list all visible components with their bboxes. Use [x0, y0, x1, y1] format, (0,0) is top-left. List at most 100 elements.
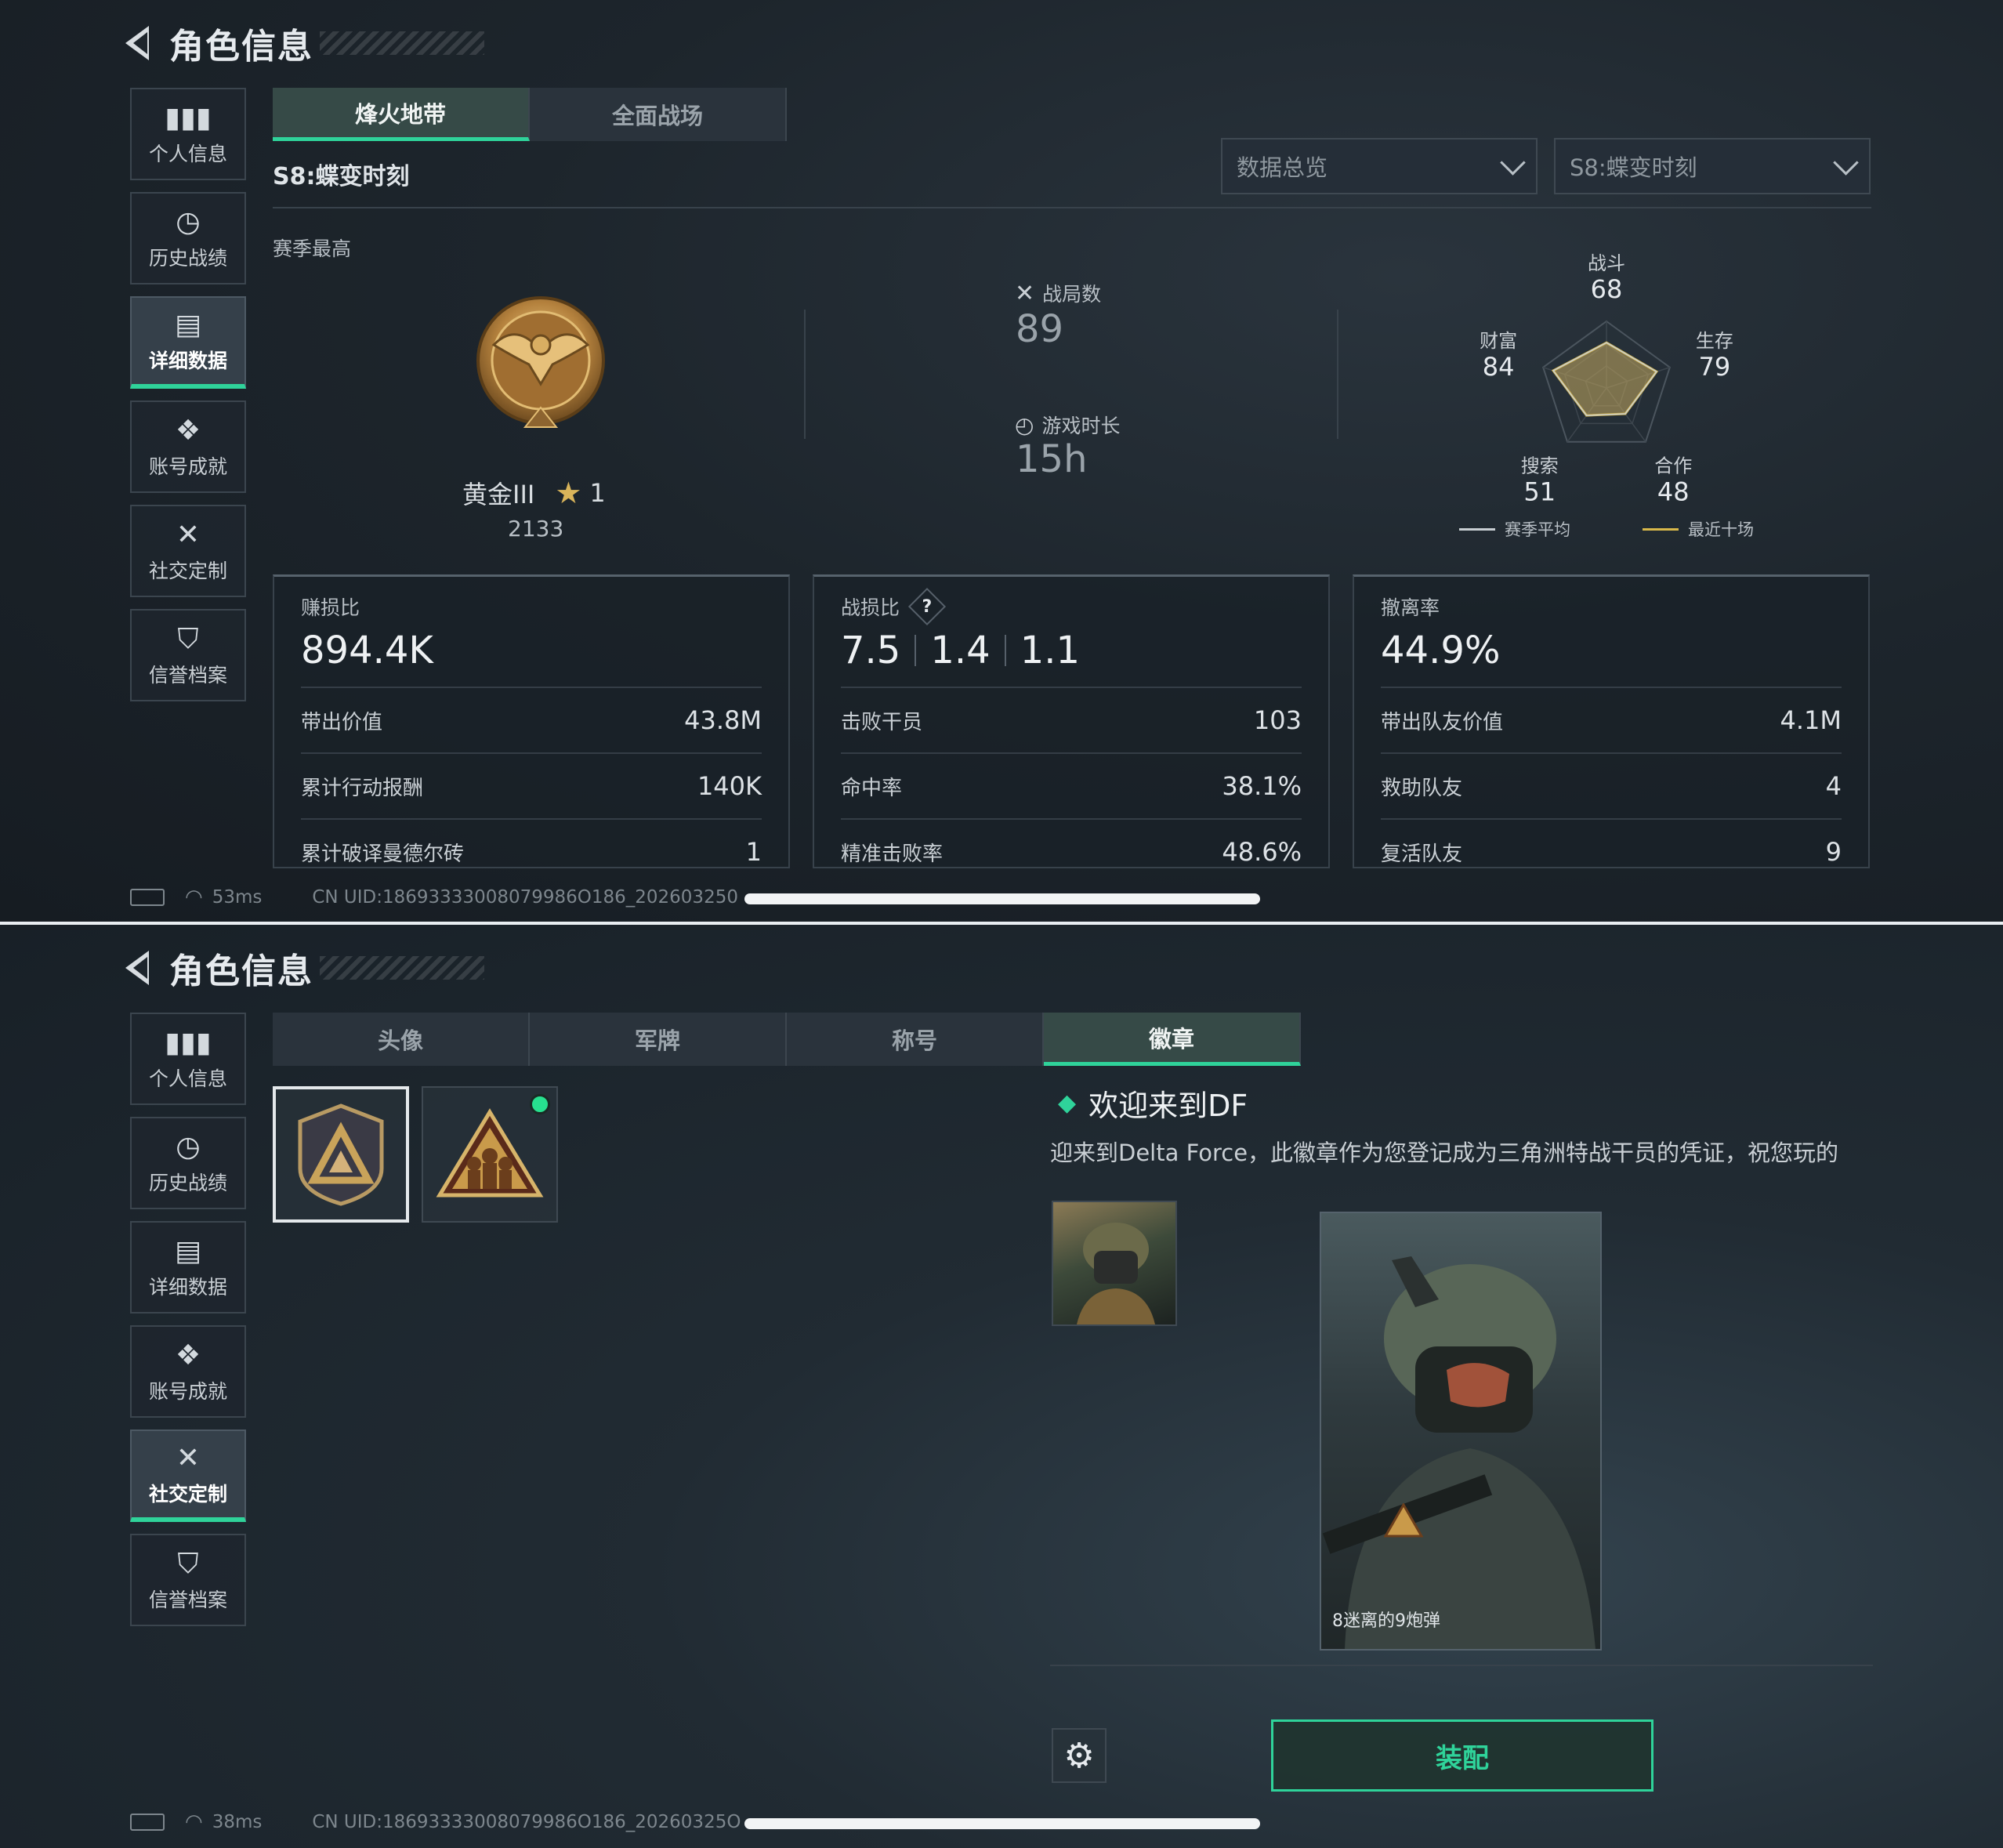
badge-title: 欢迎来到DF — [1088, 1089, 1248, 1123]
sidebar-item-label: 信誉档案 — [148, 664, 227, 687]
sidebar: ▮▮▮ 个人信息 ◷ 历史战绩 ▤ 详细数据 ❖ 账号成就 ✕ 社交定制 ⛉ 信… — [130, 1013, 246, 1638]
cards-icon: ▤ — [174, 309, 201, 341]
home-indicator[interactable] — [744, 893, 1260, 904]
radar-series-recent — [1551, 341, 1659, 417]
status-footer: ◠ 38ms CN UID:18693333008079986O186_2026… — [130, 1810, 741, 1834]
legend-line-season — [1459, 527, 1495, 531]
sidebar-item-detailed-data[interactable]: ▤ 详细数据 — [130, 1221, 246, 1314]
radar-axis-label: 财富 — [1480, 330, 1517, 352]
preview-caption: 8迷离的9炮弹 — [1332, 1611, 1440, 1631]
sidebar-item-history[interactable]: ◷ 历史战绩 — [130, 192, 246, 284]
customize-tabs: 头像 军牌 称号 徽章 — [273, 1013, 1301, 1066]
sidebar: ▮▮▮ 个人信息 ◷ 历史战绩 ▤ 详细数据 ❖ 账号成就 ✕ 社交定制 ⛉ 信… — [130, 88, 246, 713]
squad-triangle-badge-icon — [436, 1108, 544, 1198]
stat-row: 复活队友 9 — [1381, 818, 1842, 884]
divider-line — [273, 207, 1871, 208]
sidebar-item-reputation[interactable]: ⛉ 信誉档案 — [130, 1534, 246, 1626]
stat-row: 命中率 38.1% — [841, 752, 1302, 818]
tab-badge[interactable]: 徽章 — [1044, 1013, 1301, 1066]
stat-label: 累计行动报酬 — [301, 776, 424, 800]
radar-axis-label: 生存 — [1696, 330, 1733, 352]
ping-value: 53ms — [212, 887, 263, 908]
stat-value: 4 — [1825, 771, 1842, 801]
stat-label: 命中率 — [841, 776, 903, 800]
sidebar-item-detailed-data[interactable]: ▤ 详细数据 — [130, 296, 246, 389]
tab-dogtag[interactable]: 军牌 — [530, 1013, 787, 1066]
stat-row: 带出价值 43.8M — [301, 687, 762, 752]
rank-stars: 1 — [589, 478, 606, 508]
sidebar-item-profile[interactable]: ▮▮▮ 个人信息 — [130, 88, 246, 180]
card-title: 赚损比 — [301, 596, 360, 619]
playtime-label: 游戏时长 — [1041, 415, 1121, 437]
divider-line — [1050, 1665, 1873, 1666]
stat-value: 4.1M — [1780, 705, 1842, 735]
stat-value: 1 — [745, 837, 762, 867]
status-footer: ◠ 53ms CN UID:18693333008079986O186_2026… — [130, 886, 738, 909]
tab-title[interactable]: 称号 — [787, 1013, 1044, 1066]
equip-button[interactable]: 装配 — [1271, 1719, 1653, 1792]
stat-row: 累计行动报酬 140K — [301, 752, 762, 818]
sidebar-item-label: 详细数据 — [148, 1276, 227, 1299]
stopwatch-icon: ◴ — [1015, 411, 1034, 438]
sidebar-item-history[interactable]: ◷ 历史战绩 — [130, 1117, 246, 1209]
badge-slot-welcome[interactable] — [273, 1086, 409, 1223]
radar-axis-label: 战斗 — [1588, 252, 1625, 274]
shield-icon: ⛉ — [177, 1548, 199, 1580]
sidebar-item-label: 社交定制 — [148, 1483, 227, 1506]
rank-info: 黄金III ★ 1 — [462, 475, 606, 511]
stat-value: 9 — [1825, 837, 1842, 867]
divider-line — [804, 310, 806, 439]
playtime-value: 15h — [1016, 437, 1088, 481]
stat-value: 38.1% — [1222, 771, 1302, 801]
back-arrow-icon[interactable] — [125, 26, 149, 60]
kd-value-1: 7.5 — [841, 629, 901, 672]
wifi-icon: ◠ — [185, 1810, 203, 1834]
operator-portrait-icon — [1322, 1256, 1596, 1649]
equipped-indicator-dot — [530, 1094, 550, 1114]
sidebar-item-label: 历史战绩 — [148, 247, 227, 270]
tab-avatar[interactable]: 头像 — [273, 1013, 530, 1066]
tab-full-battle[interactable]: 全面战场 — [530, 88, 787, 141]
sidebar-item-achievements[interactable]: ❖ 账号成就 — [130, 1325, 246, 1418]
sidebar-item-achievements[interactable]: ❖ 账号成就 — [130, 400, 246, 493]
back-arrow-icon[interactable] — [125, 951, 149, 985]
sidebar-item-social[interactable]: ✕ 社交定制 — [130, 505, 246, 597]
cards-icon: ▤ — [174, 1235, 201, 1267]
sidebar-item-profile[interactable]: ▮▮▮ 个人信息 — [130, 1013, 246, 1105]
gear-icon: ⚙ — [1063, 1735, 1095, 1776]
overview-dropdown[interactable]: 数据总览 — [1221, 138, 1538, 194]
title-decoration — [320, 31, 484, 55]
separator — [915, 635, 917, 666]
season-dropdown[interactable]: S8:蝶变时刻 — [1554, 138, 1871, 194]
detailed-data-screen: 角色信息 ▮▮▮ 个人信息 ◷ 历史战绩 ▤ 详细数据 ❖ 账号成就 ✕ 社交定… — [0, 0, 2003, 922]
settings-gear-button[interactable]: ⚙ — [1052, 1728, 1107, 1783]
radar-axis-label: 搜索 — [1521, 455, 1559, 477]
card-title: 战损比 — [841, 596, 900, 619]
divider-line — [1337, 310, 1338, 439]
stat-label: 复活队友 — [1381, 842, 1463, 866]
badge-slot-squad[interactable] — [422, 1086, 558, 1223]
stat-row: 精准击败率 48.6% — [841, 818, 1302, 884]
season-best-label: 赛季最高 — [273, 237, 352, 260]
home-indicator[interactable] — [744, 1818, 1260, 1829]
bar-chart-icon: ▮▮▮ — [165, 102, 212, 134]
kd-value-3: 1.1 — [1020, 629, 1081, 672]
badge-preview-card: 8迷离的9炮弹 — [1320, 1212, 1602, 1651]
radar-axis-value: 79 — [1699, 352, 1731, 382]
stat-row: 救助队友 4 — [1381, 752, 1842, 818]
tab-warzone[interactable]: 烽火地带 — [273, 88, 530, 141]
badge-overlay-icon — [1383, 1502, 1424, 1538]
sidebar-item-reputation[interactable]: ⛉ 信誉档案 — [130, 609, 246, 701]
avatar[interactable] — [1052, 1201, 1177, 1326]
help-icon-glyph: ? — [922, 596, 933, 617]
stat-value: 140K — [697, 771, 762, 801]
uid-text: CN UID:18693333008079986O186_202603250 — [312, 887, 738, 908]
sidebar-item-label: 信誉档案 — [148, 1589, 227, 1611]
star-icon: ★ — [555, 476, 582, 510]
stat-row: 带出队友价值 4.1M — [1381, 687, 1842, 752]
stat-value: 48.6% — [1222, 837, 1302, 867]
help-icon[interactable]: ? — [907, 587, 947, 626]
stat-label: 击败干员 — [841, 710, 923, 734]
sidebar-item-social[interactable]: ✕ 社交定制 — [130, 1429, 246, 1522]
uid-text: CN UID:18693333008079986O186_20260325O — [312, 1812, 741, 1832]
